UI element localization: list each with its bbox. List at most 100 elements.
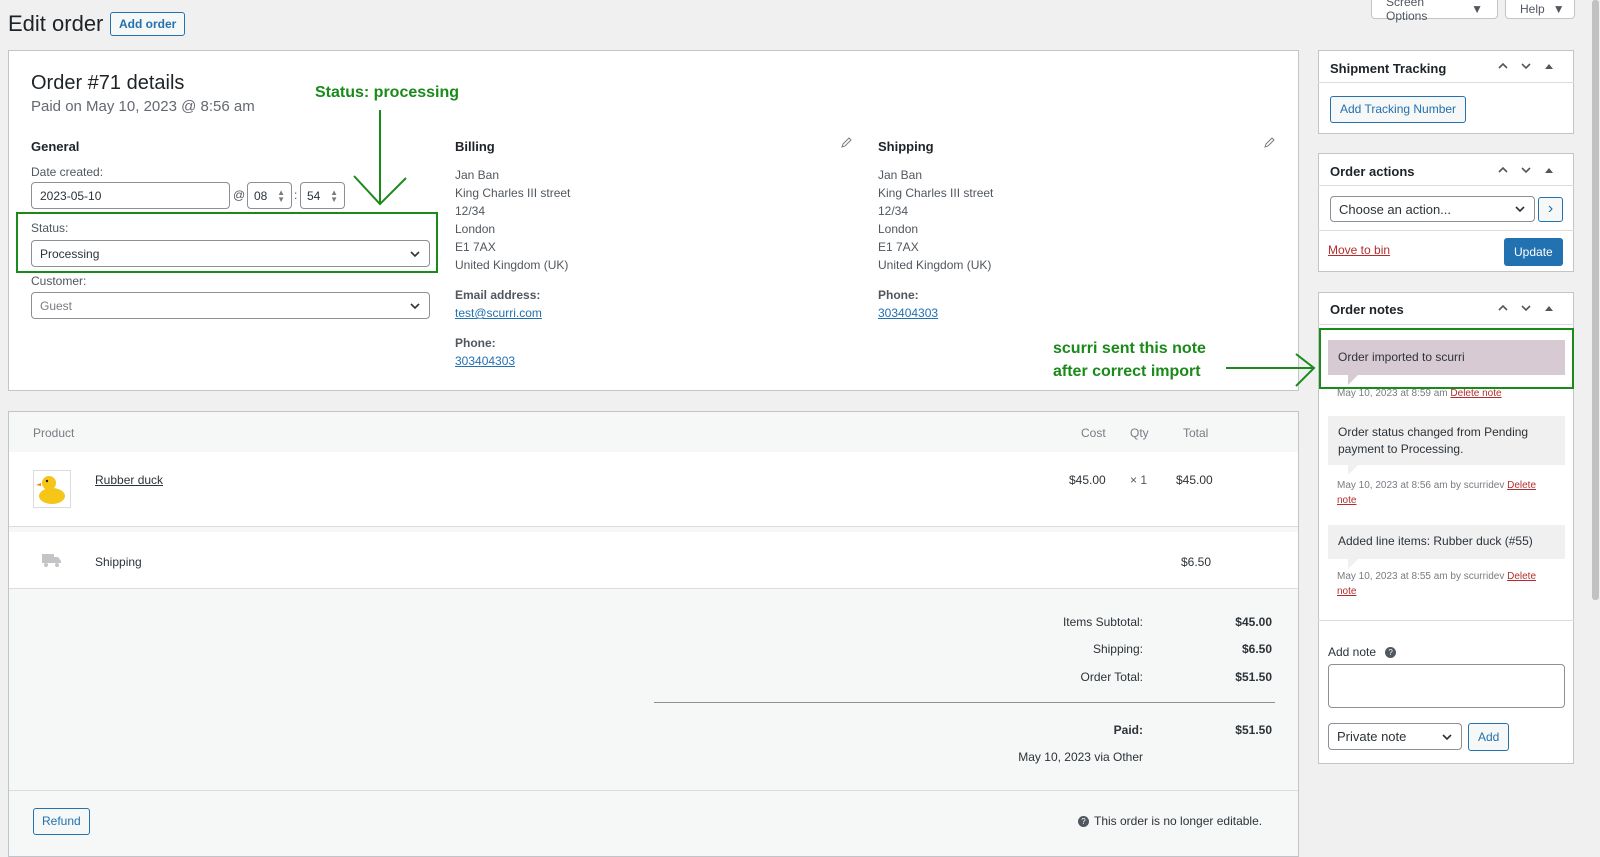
order-title: Order #71 details xyxy=(31,72,185,94)
note-date: May 10, 2023 at 8:55 am xyxy=(1337,571,1448,582)
billing-email-link[interactable]: test@scurri.com xyxy=(455,306,542,320)
billing-line: E1 7AX xyxy=(455,240,496,254)
pencil-icon[interactable] xyxy=(841,137,852,148)
add-note-textarea[interactable] xyxy=(1328,664,1565,708)
note-tail xyxy=(1348,465,1358,475)
col-qty: Qty xyxy=(1130,426,1149,440)
date-created-input[interactable]: 2023-05-10 xyxy=(31,182,230,209)
help-icon: ? xyxy=(1078,815,1089,827)
product-thumbnail[interactable] xyxy=(33,470,71,508)
billing-address: Jan Ban King Charles III street 12/34 Lo… xyxy=(455,166,570,274)
customer-value: Guest xyxy=(40,298,73,313)
hour-value: 08 xyxy=(254,188,268,203)
tracking-title: Shipment Tracking xyxy=(1330,61,1447,76)
at-symbol: @ xyxy=(233,188,246,202)
status-value: Processing xyxy=(40,246,100,261)
col-total: Total xyxy=(1183,426,1209,440)
annotation-arrow-down xyxy=(353,110,407,206)
note-date: May 10, 2023 at 8:59 am xyxy=(1337,388,1448,399)
divider xyxy=(9,588,1298,589)
pencil-icon[interactable] xyxy=(1264,137,1275,148)
note-type-value: Private note xyxy=(1337,729,1407,744)
chevron-down-icon[interactable] xyxy=(1520,164,1532,176)
order-note: Order status changed from Pending paymen… xyxy=(1328,416,1565,465)
customer-select[interactable]: Guest xyxy=(31,292,430,319)
note-author: by scurridev xyxy=(1450,480,1505,491)
note-type-select[interactable]: Private note xyxy=(1328,723,1462,750)
chevron-up-icon[interactable] xyxy=(1497,302,1509,314)
caret-down-icon: ▼ xyxy=(1552,1,1565,16)
delete-note-link[interactable]: Delete note xyxy=(1450,388,1501,399)
collapse-triangle-icon[interactable] xyxy=(1543,60,1555,72)
minute-input[interactable]: 54 ▲ ▼ xyxy=(300,182,345,209)
add-order-button[interactable]: Add order xyxy=(110,12,186,36)
chevron-down-icon xyxy=(1442,733,1452,740)
note-meta: May 10, 2023 at 8:56 am by scurridev Del… xyxy=(1337,478,1567,508)
help-tab[interactable]: Help ▼ xyxy=(1505,0,1575,19)
billing-phone-label: Phone: xyxy=(455,336,496,350)
add-tracking-number-button[interactable]: Add Tracking Number xyxy=(1330,96,1467,123)
order-action-value: Choose an action... xyxy=(1339,201,1452,217)
note-text: Order status changed from Pending paymen… xyxy=(1338,425,1529,456)
chevron-up-icon[interactable] xyxy=(1497,164,1509,176)
col-cost: Cost xyxy=(1081,426,1106,440)
add-note-button[interactable]: Add xyxy=(1468,723,1510,751)
shipping-heading: Shipping xyxy=(878,139,934,154)
note-tail xyxy=(1348,559,1358,569)
help-icon[interactable]: ? xyxy=(1385,646,1397,658)
delete-note-link[interactable]: Delete xyxy=(1507,480,1536,491)
line-qty: × 1 xyxy=(1130,473,1148,487)
refund-button[interactable]: Refund xyxy=(33,808,90,835)
date-created-label: Date created: xyxy=(31,165,104,179)
shipping-total: $6.50 xyxy=(1181,555,1212,569)
shipping-phone-label: Phone: xyxy=(878,288,919,302)
order-paid-line: Paid on May 10, 2023 @ 8:56 am xyxy=(31,98,255,115)
order-action-select[interactable]: Choose an action... xyxy=(1330,196,1535,222)
annotation-status: Status: processing xyxy=(315,84,460,101)
billing-line: King Charles III street xyxy=(455,186,571,200)
order-total-label: Order Total: xyxy=(1080,670,1143,684)
delete-note-link-cont[interactable]: note xyxy=(1337,495,1356,506)
annotation-note-line: after correct import xyxy=(1053,363,1201,380)
shipping-line: 12/34 xyxy=(878,204,909,218)
screen-options-tab[interactable]: Screen Options ▼ xyxy=(1371,0,1498,23)
divider xyxy=(1318,230,1574,231)
move-to-bin-link[interactable]: Move to bin xyxy=(1328,243,1390,257)
shipping-line: United Kingdom (UK) xyxy=(878,258,992,272)
billing-line: Jan Ban xyxy=(455,168,500,182)
collapse-triangle-icon[interactable] xyxy=(1543,164,1555,176)
billing-heading: Billing xyxy=(455,139,495,154)
apply-action-button[interactable]: › xyxy=(1538,197,1563,222)
delete-note-link-cont[interactable]: note xyxy=(1337,586,1356,597)
status-select[interactable]: Processing xyxy=(31,240,430,267)
billing-email-label: Email address: xyxy=(455,288,541,302)
product-link[interactable]: Rubber duck xyxy=(95,473,163,487)
shipping-line: London xyxy=(878,222,919,236)
paid-via: May 10, 2023 via Other xyxy=(1018,750,1143,764)
hour-input[interactable]: 08 ▲ ▼ xyxy=(247,182,292,209)
collapse-triangle-icon[interactable] xyxy=(1543,302,1555,314)
items-subtotal-label: Items Subtotal: xyxy=(1062,615,1143,629)
chevron-up-icon[interactable] xyxy=(1497,60,1509,72)
add-note-label: Add note xyxy=(1328,645,1377,659)
status-label: Status: xyxy=(31,221,69,235)
billing-line: United Kingdom (UK) xyxy=(455,258,569,272)
items-subtotal-value: $45.00 xyxy=(1235,615,1272,629)
update-button[interactable]: Update xyxy=(1504,238,1563,266)
billing-phone-link[interactable]: 303404303 xyxy=(455,354,515,368)
actions-title: Order actions xyxy=(1330,164,1415,179)
shipping-line: E1 7AX xyxy=(878,240,919,254)
chevron-down-icon[interactable] xyxy=(1520,302,1532,314)
scrollbar[interactable] xyxy=(1591,0,1600,857)
help-label: Help xyxy=(1520,1,1545,16)
chevron-down-icon[interactable] xyxy=(1520,60,1532,72)
not-editable-text: This order is no longer editable. xyxy=(1094,814,1263,828)
delete-note-link[interactable]: Delete xyxy=(1507,571,1536,582)
scrollbar-thumb[interactable] xyxy=(1592,0,1599,600)
shipping-phone-link[interactable]: 303404303 xyxy=(878,306,938,320)
caret-down-icon: ▼ xyxy=(1471,1,1483,16)
table-row xyxy=(9,452,1298,526)
notes-controls xyxy=(1497,302,1555,314)
order-total-value: $51.50 xyxy=(1235,670,1272,684)
note-text: Added line items: Rubber duck (#55) xyxy=(1338,534,1533,548)
